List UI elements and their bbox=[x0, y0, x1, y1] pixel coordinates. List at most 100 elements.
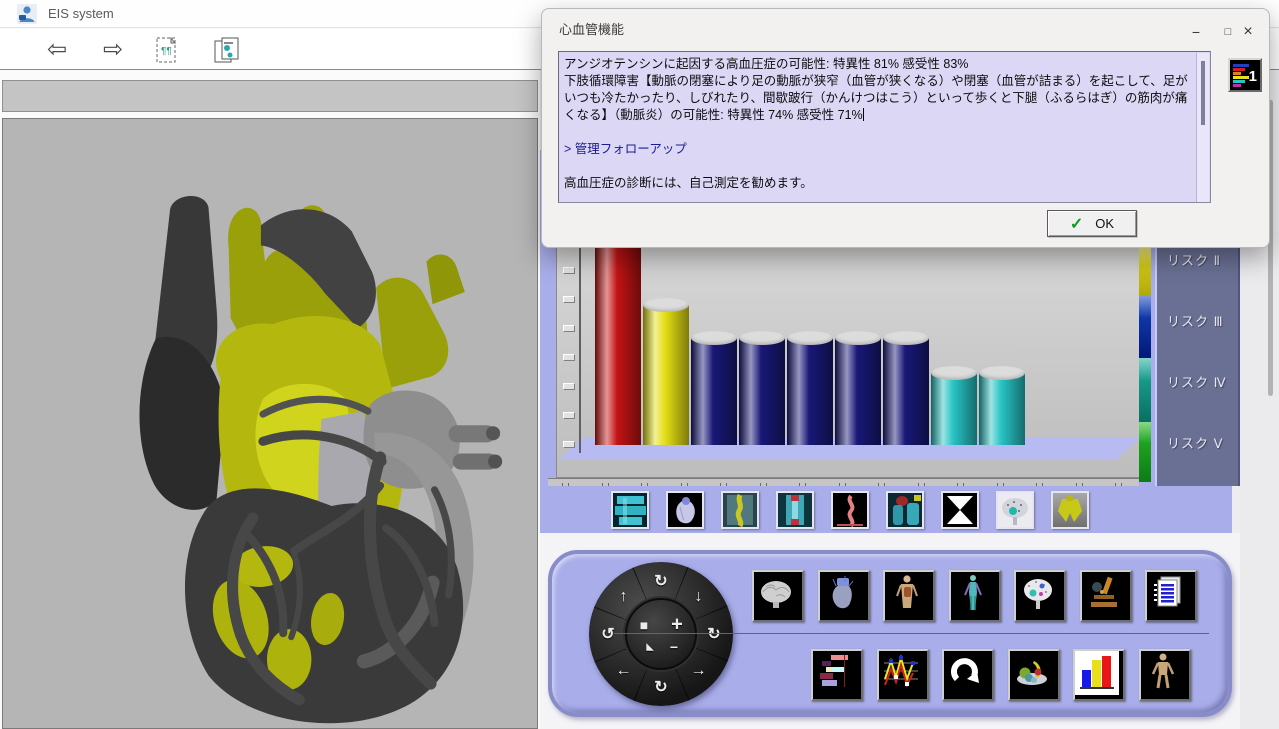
legend-label-risk-4: リスク Ⅳ bbox=[1167, 372, 1227, 391]
dial-inner-circle bbox=[625, 598, 697, 670]
badge-stripe bbox=[1233, 72, 1241, 75]
thumbnail-hourglass[interactable] bbox=[941, 491, 979, 529]
chart-bar-6 bbox=[835, 338, 881, 445]
y-axis-tick bbox=[563, 412, 575, 419]
torso-view-button[interactable] bbox=[883, 570, 935, 622]
brain-view-button[interactable] bbox=[752, 570, 804, 622]
layer-1-badge[interactable]: 1 bbox=[1228, 58, 1262, 92]
thumbnail-brain[interactable] bbox=[996, 491, 1034, 529]
stop-button[interactable]: ■ bbox=[640, 617, 648, 633]
nutrition-button[interactable] bbox=[1008, 649, 1060, 701]
rotate-left-button[interactable]: ↺ bbox=[601, 624, 614, 644]
tilt-down-button[interactable]: ↓ bbox=[694, 588, 702, 606]
bar-cap bbox=[739, 331, 785, 345]
svg-text:¶¶: ¶¶ bbox=[161, 46, 172, 57]
y-axis-tick bbox=[563, 325, 575, 332]
y-axis-tick bbox=[563, 267, 575, 274]
risk-color-strip bbox=[1139, 248, 1151, 484]
chart-bar-3 bbox=[691, 338, 737, 445]
right-background-pane bbox=[1240, 232, 1279, 729]
heart-view-button[interactable] bbox=[818, 570, 870, 622]
left-subtoolbar bbox=[2, 80, 538, 112]
risk-legend: リスク Ⅱリスク Ⅲリスク Ⅳリスク Ⅴ bbox=[1139, 232, 1240, 486]
dialog-scrollbar[interactable] bbox=[1196, 53, 1209, 203]
microscope-view-button[interactable] bbox=[1080, 570, 1132, 622]
risk-bar-chart bbox=[556, 232, 1140, 478]
followup-header: > 管理フォローアップ bbox=[564, 141, 1190, 158]
thumbnail-strip bbox=[540, 486, 1232, 533]
copy-pages-button[interactable] bbox=[212, 35, 242, 65]
rotate-top-button[interactable]: ↻ bbox=[654, 571, 667, 591]
forward-button[interactable]: ⇨ bbox=[98, 35, 128, 65]
heart-icon bbox=[820, 572, 864, 616]
undo-button[interactable] bbox=[942, 649, 994, 701]
thumbnail-torso[interactable] bbox=[886, 491, 924, 529]
microscope-icon bbox=[1082, 572, 1126, 616]
y-axis-tick bbox=[563, 296, 575, 303]
chart-bar-1 bbox=[595, 237, 641, 445]
bar-cap bbox=[691, 331, 737, 345]
pan-right-button[interactable]: → bbox=[690, 662, 706, 680]
thumbnail-artery[interactable] bbox=[831, 491, 869, 529]
risk-color-segment bbox=[1139, 248, 1151, 296]
report-page-button[interactable]: ¶¶ bbox=[152, 35, 182, 65]
view-control-dial[interactable]: ↻↓↻→↻←↺↑■+◣− bbox=[589, 562, 733, 706]
thumbnail-heart[interactable] bbox=[666, 491, 704, 529]
y-axis-tick bbox=[563, 383, 575, 390]
check-icon: ✓ bbox=[1070, 214, 1083, 234]
reset-view-button[interactable]: ◣ bbox=[647, 642, 654, 653]
control-panel: ↻↓↻→↻←↺↑■+◣− bbox=[548, 550, 1232, 717]
report-icon bbox=[1147, 572, 1191, 616]
badge-stripe bbox=[1233, 84, 1241, 87]
brain-icon bbox=[754, 572, 798, 616]
bar-cap bbox=[883, 331, 929, 345]
hbar-icon bbox=[813, 651, 857, 695]
app-person-icon bbox=[16, 3, 38, 25]
diagnosis-text-area[interactable]: アンジオテンシンに起因する高血圧症の可能性: 特異性 81% 感受性 83% 下… bbox=[558, 51, 1211, 203]
bar-cap bbox=[787, 331, 833, 345]
body-view-button[interactable] bbox=[949, 570, 1001, 622]
torso-icon bbox=[885, 572, 929, 616]
eis-system-screen: EIS system × ⇦⇨¶¶ bbox=[0, 0, 1279, 729]
thumbnail-spine-teal[interactable] bbox=[611, 491, 649, 529]
dialog-close-icon[interactable]: × bbox=[1234, 21, 1262, 43]
risk-legend-panel: リスク Ⅱリスク Ⅲリスク Ⅳリスク Ⅴ bbox=[1155, 232, 1240, 486]
line-chart-button[interactable] bbox=[877, 649, 929, 701]
diagnosis-line-1: アンジオテンシンに起因する高血圧症の可能性: 特異性 81% 感受性 83% bbox=[564, 56, 1190, 73]
rotate-bottom-button[interactable]: ↻ bbox=[654, 677, 667, 697]
report-view-button[interactable] bbox=[1145, 570, 1197, 622]
ok-button[interactable]: ✓ OK bbox=[1047, 210, 1137, 237]
chart-bar-5 bbox=[787, 338, 833, 445]
back-button[interactable]: ⇦ bbox=[42, 35, 72, 65]
text-caret bbox=[863, 108, 864, 121]
body-model-button[interactable] bbox=[1139, 649, 1191, 701]
heart-3d-viewport[interactable] bbox=[2, 118, 538, 729]
pan-left-button[interactable]: ← bbox=[616, 662, 632, 680]
docreport-icon: ¶¶ bbox=[155, 36, 179, 64]
h-bar-chart-button[interactable] bbox=[811, 649, 863, 701]
food-icon bbox=[1010, 651, 1054, 695]
back-icon: ⇦ bbox=[47, 38, 67, 62]
badge-stripe bbox=[1233, 76, 1249, 79]
tilt-up-button[interactable]: ↑ bbox=[620, 588, 628, 606]
thumbnail-pelvis[interactable] bbox=[1051, 491, 1089, 529]
brain-map-view-button[interactable] bbox=[1014, 570, 1066, 622]
thumbnail-spine-yellow[interactable] bbox=[721, 491, 759, 529]
dialog-minimize-icon[interactable]: − bbox=[1182, 21, 1210, 43]
linechart-icon bbox=[879, 651, 923, 695]
bar-cap bbox=[643, 298, 689, 312]
dialog-scrollbar-thumb[interactable] bbox=[1201, 61, 1205, 125]
risk-color-segment bbox=[1139, 358, 1151, 422]
rotate-right-button[interactable]: ↻ bbox=[707, 624, 720, 644]
chart-bar-4 bbox=[739, 338, 785, 445]
badge-stripe bbox=[1233, 64, 1249, 67]
diagnosis-line-2: 下肢循環障害【動脈の閉塞により足の動脈が狭窄（血管が狭くなる）や閉塞（血管が詰ま… bbox=[564, 73, 1190, 124]
bar-chart-button[interactable] bbox=[1073, 649, 1125, 701]
vbar-icon bbox=[1075, 651, 1119, 695]
followup-body: 高血圧症の診断には、自己測定を勧めます。 bbox=[564, 175, 1190, 192]
ok-label: OK bbox=[1095, 216, 1114, 231]
button-row-divider bbox=[614, 633, 1209, 634]
zoom-out-button[interactable]: − bbox=[670, 639, 678, 655]
thumbnail-spine-red[interactable] bbox=[776, 491, 814, 529]
cardio-dialog: 心血管機能 − □ × アンジオテンシンに起因する高血圧症の可能性: 特異性 8… bbox=[541, 8, 1270, 248]
